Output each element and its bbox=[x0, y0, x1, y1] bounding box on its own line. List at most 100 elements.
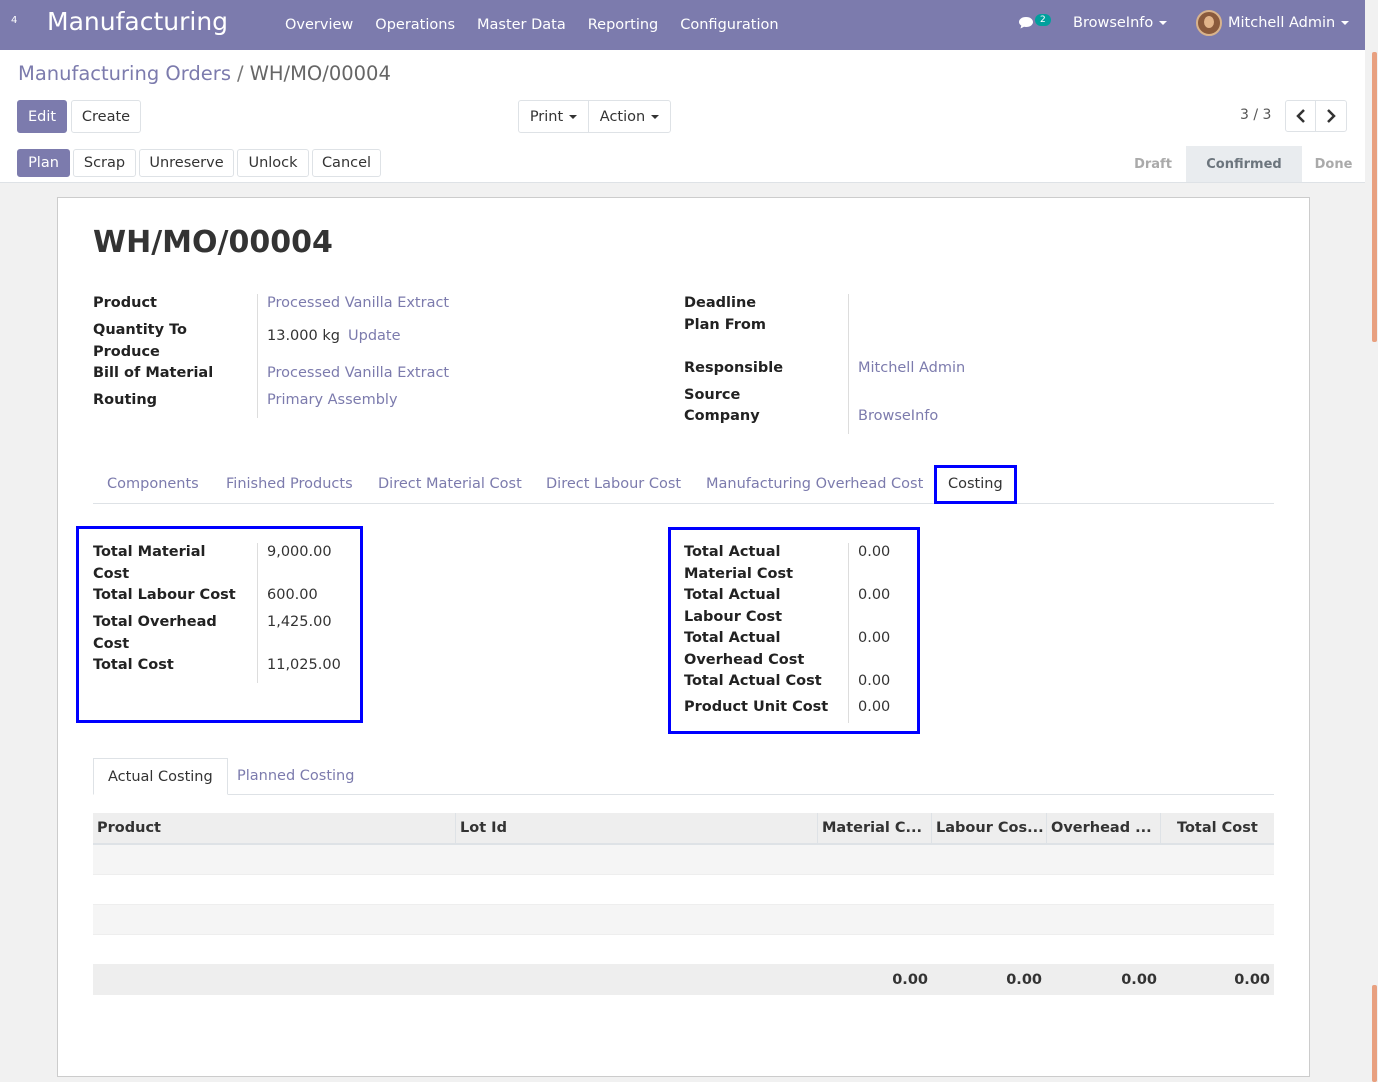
product-label: Product bbox=[93, 295, 157, 311]
product-value[interactable]: Processed Vanilla Extract bbox=[267, 292, 449, 314]
actual-labour-label-line2: Labour Cost bbox=[684, 609, 783, 625]
user-menu[interactable]: Mitchell Admin bbox=[1196, 10, 1350, 36]
costing-subtabs: Actual Costing Planned Costing bbox=[93, 758, 1274, 795]
deadline-label: Deadline bbox=[684, 295, 757, 311]
actual-overhead-label-line2: Overhead Cost bbox=[684, 652, 805, 668]
chevron-left-icon bbox=[1295, 109, 1305, 123]
company-value[interactable]: BrowseInfo bbox=[858, 405, 938, 427]
divider bbox=[257, 294, 258, 418]
menu-reporting[interactable]: Reporting bbox=[577, 17, 670, 33]
menu-operations[interactable]: Operations bbox=[364, 17, 466, 33]
column-labour-cost[interactable]: Labour Cos... bbox=[932, 813, 1047, 843]
scrap-button[interactable]: Scrap bbox=[73, 149, 136, 177]
user-name: Mitchell Admin bbox=[1228, 15, 1336, 31]
planned-labour-label: Total Labour Cost bbox=[93, 587, 236, 603]
planned-labour-value: 600.00 bbox=[267, 587, 318, 603]
qty-update-link[interactable]: Update bbox=[348, 325, 401, 347]
menu-overview[interactable]: Overview bbox=[274, 17, 364, 33]
planned-overhead-label-line1: Total Overhead bbox=[93, 614, 217, 630]
pager-value[interactable]: 3 / 3 bbox=[1240, 107, 1271, 123]
company-label: Company bbox=[684, 408, 760, 424]
action-button[interactable]: Action bbox=[588, 100, 671, 133]
avatar bbox=[1196, 10, 1222, 36]
table-row bbox=[93, 845, 1274, 875]
scrollbar-thumb[interactable] bbox=[1372, 52, 1377, 342]
tab-manufacturing-overhead-cost[interactable]: Manufacturing Overhead Cost bbox=[706, 465, 923, 504]
create-button[interactable]: Create bbox=[71, 100, 141, 133]
unit-cost-label: Product Unit Cost bbox=[684, 699, 829, 715]
action-label: Action bbox=[599, 108, 646, 125]
form-sheet: WH/MO/00004 Product Processed Vanilla Ex… bbox=[57, 197, 1310, 1077]
divider bbox=[257, 543, 258, 683]
column-lot-id[interactable]: Lot Id bbox=[456, 813, 818, 843]
responsible-label: Responsible bbox=[684, 360, 784, 376]
total-overhead-cost: 0.00 bbox=[1121, 972, 1157, 988]
plan-button[interactable]: Plan bbox=[17, 149, 70, 177]
status-done: Done bbox=[1314, 156, 1353, 172]
company-switcher[interactable]: BrowseInfo bbox=[1073, 15, 1168, 31]
pager-next-button[interactable] bbox=[1315, 100, 1347, 132]
print-label: Print bbox=[529, 108, 564, 125]
chevron-down-icon bbox=[651, 114, 660, 119]
planned-overhead-label-line2: Cost bbox=[93, 636, 130, 652]
chevron-down-icon bbox=[569, 114, 578, 119]
source-label: Source bbox=[684, 387, 741, 403]
costing-table: Product Lot Id Material C... Labour Cos.… bbox=[93, 813, 1274, 995]
column-product[interactable]: Product bbox=[93, 813, 456, 843]
breadcrumb-parent[interactable]: Manufacturing Orders bbox=[18, 62, 231, 85]
tab-costing[interactable]: Costing bbox=[934, 465, 1017, 504]
column-overhead-cost[interactable]: Overhead ... bbox=[1047, 813, 1161, 843]
divider bbox=[848, 294, 849, 434]
messages-count-badge: 2 bbox=[1035, 14, 1051, 26]
status-draft: Draft bbox=[1134, 156, 1172, 172]
total-labour-cost: 0.00 bbox=[1006, 972, 1042, 988]
unreserve-button[interactable]: Unreserve bbox=[139, 149, 234, 177]
qty-label-line2: Produce bbox=[93, 344, 160, 360]
chevron-right-icon bbox=[1327, 109, 1336, 123]
actual-overhead-label-line1: Total Actual bbox=[684, 630, 781, 646]
planned-material-label-line1: Total Material bbox=[93, 544, 206, 560]
record-title: WH/MO/00004 bbox=[93, 225, 333, 260]
scrollbar-thumb[interactable] bbox=[1372, 985, 1377, 1082]
actual-overhead-value: 0.00 bbox=[858, 630, 891, 646]
print-button[interactable]: Print bbox=[518, 100, 589, 133]
control-panel: Manufacturing Orders / WH/MO/00004 Edit Cr… bbox=[0, 50, 1365, 183]
app-brand[interactable]: Manufacturing bbox=[47, 7, 228, 36]
plan-from-label: Plan From bbox=[684, 317, 766, 333]
total-material-cost: 0.00 bbox=[892, 972, 928, 988]
menu-master-data[interactable]: Master Data bbox=[466, 17, 577, 33]
messages-button[interactable]: 2 bbox=[1018, 14, 1052, 34]
actual-material-label-line2: Material Cost bbox=[684, 566, 794, 582]
routing-value[interactable]: Primary Assembly bbox=[267, 389, 398, 411]
actual-labour-label-line1: Total Actual bbox=[684, 587, 781, 603]
unlock-button[interactable]: Unlock bbox=[237, 149, 309, 177]
top-navbar: 4 Manufacturing Overview Operations Mast… bbox=[0, 0, 1365, 50]
breadcrumb-separator: / bbox=[236, 62, 244, 85]
column-total-cost[interactable]: Total Cost bbox=[1161, 813, 1274, 843]
column-material-cost[interactable]: Material C... bbox=[818, 813, 932, 843]
planned-material-value: 9,000.00 bbox=[267, 544, 332, 560]
chevron-down-icon bbox=[1159, 21, 1168, 25]
tab-actual-costing[interactable]: Actual Costing bbox=[93, 758, 228, 795]
actual-material-value: 0.00 bbox=[858, 544, 891, 560]
tab-direct-labour-cost[interactable]: Direct Labour Cost bbox=[546, 465, 681, 504]
cancel-button[interactable]: Cancel bbox=[312, 149, 381, 177]
tab-direct-material-cost[interactable]: Direct Material Cost bbox=[378, 465, 522, 504]
tab-planned-costing[interactable]: Planned Costing bbox=[223, 758, 368, 795]
actual-total-label: Total Actual Cost bbox=[684, 673, 822, 689]
planned-overhead-value: 1,425.00 bbox=[267, 614, 332, 630]
company-name: BrowseInfo bbox=[1073, 15, 1154, 31]
breadcrumb-current: WH/MO/00004 bbox=[249, 62, 391, 85]
edit-button[interactable]: Edit bbox=[17, 100, 67, 133]
scrollbar[interactable] bbox=[1370, 0, 1378, 1082]
status-bar: Draft Confirmed Done bbox=[1120, 146, 1365, 182]
bom-value[interactable]: Processed Vanilla Extract bbox=[267, 362, 449, 384]
tab-components[interactable]: Components bbox=[107, 465, 199, 504]
responsible-value[interactable]: Mitchell Admin bbox=[858, 357, 965, 379]
apps-menu-icon[interactable]: 4 bbox=[11, 15, 17, 26]
pager-previous-button[interactable] bbox=[1285, 100, 1316, 132]
menu-configuration[interactable]: Configuration bbox=[669, 17, 789, 33]
total-total-cost: 0.00 bbox=[1234, 972, 1270, 988]
tab-finished-products[interactable]: Finished Products bbox=[226, 465, 353, 504]
unit-cost-value: 0.00 bbox=[858, 699, 891, 715]
